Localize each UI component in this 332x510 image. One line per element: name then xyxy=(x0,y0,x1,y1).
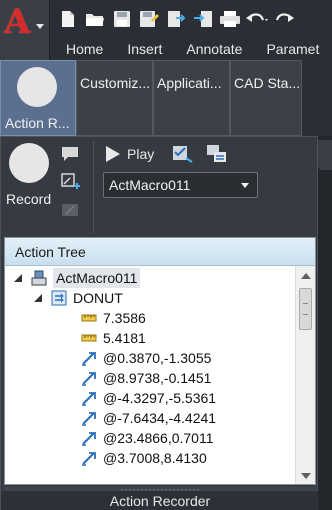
tree-value-node[interactable]: @-4.3297,-5.5361 xyxy=(81,388,216,408)
action-tree-header: Action Tree xyxy=(5,238,315,266)
record-button[interactable]: Record xyxy=(6,141,55,211)
tree-node-label: DONUT xyxy=(73,290,123,306)
insert-base-point-icon xyxy=(59,199,81,221)
panel-title-footer: Action Recorder xyxy=(1,491,319,510)
customization-panel-button[interactable]: Customiz... xyxy=(76,60,153,136)
tree-value-node[interactable]: 7.3586 xyxy=(81,308,146,328)
new-file-icon[interactable] xyxy=(56,8,80,30)
panel-button-label: Action R... xyxy=(5,115,70,131)
save-icon[interactable] xyxy=(110,8,134,30)
tree-value-node[interactable]: 5.4181 xyxy=(81,328,146,348)
action-tree: Action Tree ActMacro011 DONUT 7.3586 5.4… xyxy=(4,237,316,485)
tab-home[interactable]: Home xyxy=(56,38,115,60)
scroll-thumb[interactable] xyxy=(299,288,312,330)
separator xyxy=(93,141,94,233)
import-icon[interactable] xyxy=(191,8,215,30)
redo-icon[interactable] xyxy=(272,8,296,30)
expand-triangle-icon[interactable] xyxy=(33,293,43,303)
macro-dropdown-value: ActMacro011 xyxy=(109,177,191,193)
tree-root-node[interactable]: ActMacro011 xyxy=(13,268,141,288)
ribbon-tabs: Home Insert Annotate Paramet xyxy=(56,38,331,60)
tab-parametric[interactable]: Paramet xyxy=(254,38,331,60)
cad-standards-panel-button[interactable]: CAD Sta... xyxy=(230,60,302,136)
undo-icon[interactable] xyxy=(245,8,269,30)
tree-value-label: @-4.3297,-5.5361 xyxy=(103,390,217,406)
applications-panel-button[interactable]: Applicati... xyxy=(153,60,230,136)
command-icon xyxy=(51,290,67,306)
ruler-icon xyxy=(81,310,97,326)
tree-value-node[interactable]: @8.9738,-0.1451 xyxy=(81,368,211,388)
preferences-check-icon[interactable] xyxy=(172,144,194,164)
tree-node-label: ActMacro011 xyxy=(53,268,141,288)
scroll-up-icon[interactable] xyxy=(301,273,311,279)
chevron-down-icon xyxy=(241,183,249,188)
open-folder-icon[interactable] xyxy=(83,8,107,30)
panel-button-label: CAD Sta... xyxy=(234,75,301,91)
manage-macros-icon[interactable] xyxy=(206,144,228,164)
quick-access-toolbar xyxy=(56,8,296,32)
play-icon[interactable] xyxy=(105,145,121,163)
action-recorder-panel: Record Play ActMacro011 Action Tree ActM… xyxy=(0,136,319,510)
point-arrow-icon xyxy=(81,390,97,406)
scroll-down-icon[interactable] xyxy=(301,473,311,479)
tab-annotate[interactable]: Annotate xyxy=(174,38,254,60)
action-tree-rows: ActMacro011 DONUT 7.3586 5.4181 @0.3870,-1… xyxy=(5,266,295,484)
tab-insert[interactable]: Insert xyxy=(115,38,174,60)
chevron-down-icon xyxy=(36,24,44,29)
macro-icon xyxy=(31,270,47,286)
request-input-icon[interactable] xyxy=(59,171,81,193)
tree-value-node[interactable]: @3.7008,8.4130 xyxy=(81,448,207,468)
collapse-tab[interactable] xyxy=(318,140,332,170)
tree-value-label: 5.4181 xyxy=(103,330,146,346)
tree-value-label: @0.3870,-1.3055 xyxy=(103,350,212,366)
play-toolbar: Play xyxy=(105,143,228,165)
application-menu-button[interactable]: A xyxy=(0,0,50,60)
point-arrow-icon xyxy=(81,450,97,466)
save-as-icon[interactable] xyxy=(137,8,161,30)
point-arrow-icon xyxy=(81,410,97,426)
tree-value-label: 7.3586 xyxy=(103,310,146,326)
panel-button-label: Applicati... xyxy=(157,75,222,91)
export-icon[interactable] xyxy=(164,8,188,30)
ribbon-panel-row: Action R... Customiz... Applicati... CAD… xyxy=(0,60,332,136)
play-button-label[interactable]: Play xyxy=(127,146,154,162)
ruler-icon xyxy=(81,330,97,346)
message-icon[interactable] xyxy=(59,143,81,165)
macro-dropdown[interactable]: ActMacro011 xyxy=(103,172,258,198)
tree-scrollbar[interactable] xyxy=(295,266,315,484)
tree-value-node[interactable]: @-7.6434,-4.4241 xyxy=(81,408,216,428)
window-edge xyxy=(318,136,332,510)
action-recorder-panel-button[interactable]: Action R... xyxy=(0,60,76,136)
tree-value-node[interactable]: @23.4866,0.7011 xyxy=(81,428,214,448)
record-circle-icon xyxy=(9,143,49,183)
point-arrow-icon xyxy=(81,430,97,446)
tree-value-node[interactable]: @0.3870,-1.3055 xyxy=(81,348,211,368)
point-arrow-icon xyxy=(81,370,97,386)
tree-value-label: @8.9738,-0.1451 xyxy=(103,370,212,386)
tree-command-node[interactable]: DONUT xyxy=(33,288,123,308)
panel-button-label: Customiz... xyxy=(80,75,151,91)
record-label: Record xyxy=(6,191,52,207)
plot-printer-icon[interactable] xyxy=(218,8,242,30)
record-circle-icon xyxy=(17,67,57,107)
tree-value-label: @3.7008,8.4130 xyxy=(103,450,207,466)
point-arrow-icon xyxy=(81,350,97,366)
app-logo: A xyxy=(4,2,31,42)
recorder-tool-icons xyxy=(59,143,83,227)
expand-triangle-icon[interactable] xyxy=(13,273,23,283)
title-bar: A Home Insert Annotate Paramet xyxy=(0,0,332,60)
tree-value-label: @-7.6434,-4.4241 xyxy=(103,410,217,426)
tree-value-label: @23.4866,0.7011 xyxy=(103,430,214,446)
